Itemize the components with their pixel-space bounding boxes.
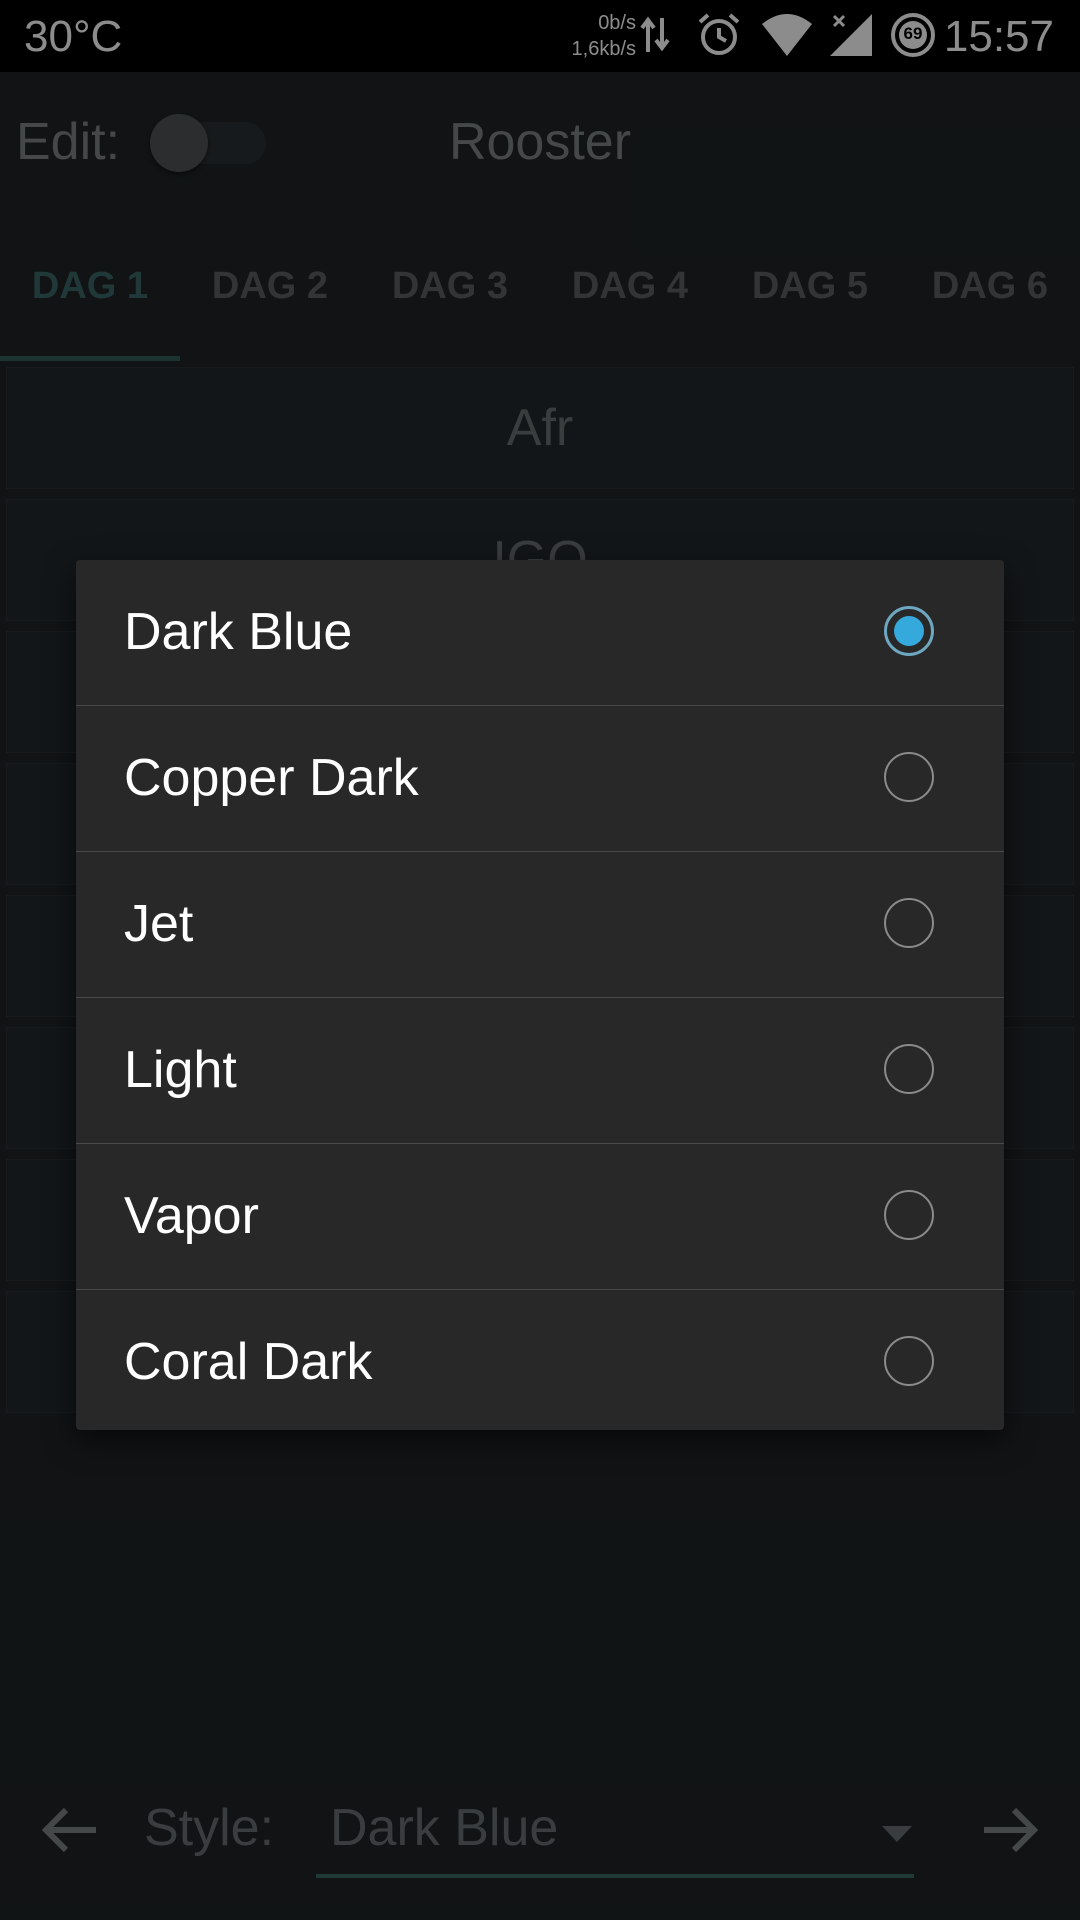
- style-option-jet[interactable]: Jet: [76, 852, 1004, 998]
- radio-unselected-icon[interactable]: [884, 1336, 934, 1386]
- radio-selected-icon[interactable]: [884, 606, 934, 656]
- radio-unselected-icon[interactable]: [884, 1190, 934, 1240]
- radio-unselected-icon[interactable]: [884, 1044, 934, 1094]
- style-option-dark-blue[interactable]: Dark Blue: [76, 560, 1004, 706]
- style-option-label: Dark Blue: [124, 603, 353, 661]
- radio-unselected-icon[interactable]: [884, 898, 934, 948]
- style-option-label: Light: [124, 1041, 237, 1099]
- style-option-coral-dark[interactable]: Coral Dark: [76, 1290, 1004, 1430]
- style-option-label: Jet: [124, 895, 194, 953]
- style-option-light[interactable]: Light: [76, 998, 1004, 1144]
- style-option-label: Coral Dark: [124, 1333, 373, 1391]
- style-option-label: Copper Dark: [124, 749, 419, 807]
- style-option-label: Vapor: [124, 1187, 259, 1245]
- style-picker-dialog: Dark Blue Copper Dark Jet Light Vapor Co…: [76, 560, 1004, 1430]
- style-option-copper-dark[interactable]: Copper Dark: [76, 706, 1004, 852]
- radio-unselected-icon[interactable]: [884, 752, 934, 802]
- style-option-vapor[interactable]: Vapor: [76, 1144, 1004, 1290]
